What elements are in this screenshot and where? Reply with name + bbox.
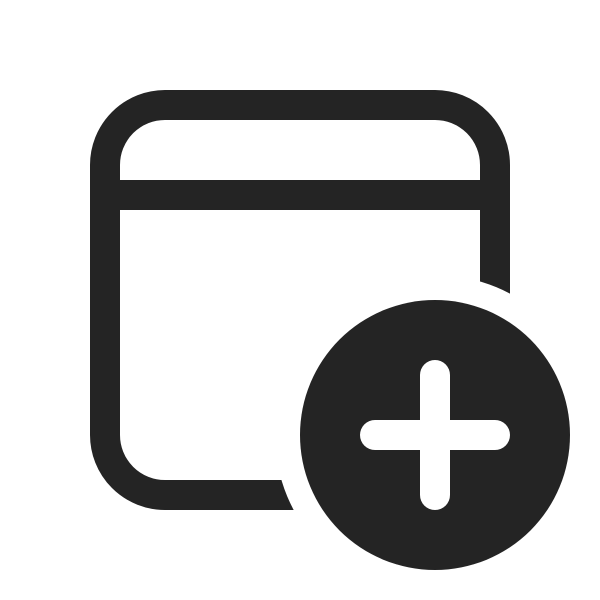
window-add-icon (90, 90, 570, 570)
add-badge-icon (300, 300, 570, 570)
icon-canvas (0, 0, 600, 600)
